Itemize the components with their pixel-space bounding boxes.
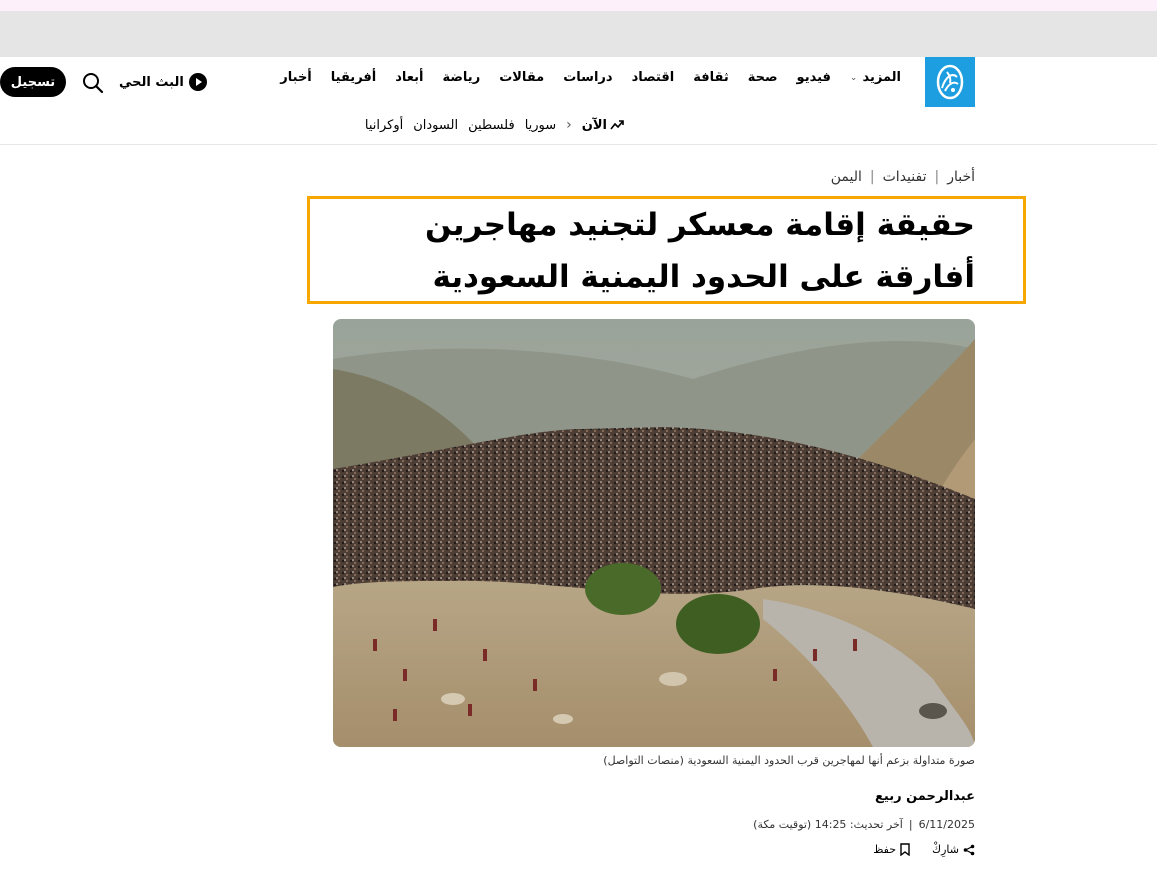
ad-banner	[0, 11, 1157, 57]
share-label: شارِكْ	[932, 843, 959, 856]
aljazeera-logo-icon	[936, 64, 964, 100]
breadcrumb-separator: |	[869, 169, 875, 185]
breadcrumb: أخبار | تفنيدات | اليمن	[831, 169, 975, 185]
nav-item-news[interactable]: أخبار	[280, 70, 312, 85]
play-icon	[188, 73, 207, 91]
breadcrumb-separator: |	[934, 169, 940, 185]
breadcrumb-fact-check[interactable]: تفنيدات	[883, 169, 927, 185]
trending-item-sudan[interactable]: السودان	[413, 118, 458, 133]
save-label: حفظ	[873, 843, 897, 856]
article-headline: حقيقة إقامة معسكر لتجنيد مهاجرين أفارقة …	[424, 207, 975, 295]
nav-item-africa[interactable]: أفريقيا	[331, 70, 376, 85]
nav-item-articles[interactable]: مقالات	[499, 70, 544, 85]
top-strip	[0, 0, 1157, 11]
meta-separator: |	[908, 818, 913, 831]
bookmark-icon	[900, 843, 910, 856]
photo-caption: صورة متداولة بزعم أنها لمهاجرين قرب الحد…	[603, 754, 975, 767]
nav-item-health[interactable]: صحة	[748, 70, 778, 85]
nav-item-studies[interactable]: دراسات	[563, 70, 612, 85]
search-icon	[83, 73, 104, 94]
save-button[interactable]: حفظ	[873, 843, 910, 856]
chevron-left-icon: ‹	[566, 117, 572, 133]
article-meta: 6/11/2025 | آخر تحديث: 14:25 (توقيت مكة)	[753, 818, 975, 831]
trending-item-syria[interactable]: سوريا	[525, 118, 556, 133]
nav-item-economy[interactable]: اقتصاد	[632, 70, 675, 85]
live-stream-link[interactable]: البث الحي	[119, 73, 207, 91]
trending-now-label: الآن	[582, 118, 624, 133]
nav-item-sports[interactable]: رياضة	[442, 70, 480, 85]
signup-button[interactable]: تسجيل	[0, 67, 66, 97]
nav-more-label: المزيد	[862, 70, 901, 85]
search-button[interactable]	[81, 71, 105, 95]
chevron-down-icon: ⌄	[849, 72, 858, 83]
article-photo	[333, 319, 975, 747]
nav-item-culture[interactable]: ثقافة	[693, 70, 729, 85]
nav-item-video[interactable]: فيديو	[797, 70, 831, 85]
trending-item-ukraine[interactable]: أوكرانيا	[365, 118, 403, 133]
aljazeera-logo[interactable]	[925, 57, 975, 107]
trending-item-palestine[interactable]: فلسطين	[468, 118, 515, 133]
last-updated: آخر تحديث: 14:25 (توقيت مكة)	[753, 818, 903, 831]
share-icon	[963, 844, 975, 855]
main-nav: أخبار أفريقيا أبعاد رياضة مقالات دراسات …	[280, 70, 901, 85]
publish-date: 6/11/2025	[918, 818, 975, 831]
trending-icon	[610, 120, 624, 130]
now-text: الآن	[581, 117, 607, 133]
live-label: البث الحي	[119, 74, 184, 90]
breadcrumb-news[interactable]: أخبار	[947, 169, 975, 185]
nav-more-menu[interactable]: المزيد ⌄	[850, 70, 901, 85]
nav-item-dimensions[interactable]: أبعاد	[395, 70, 423, 85]
trending-bar: الآن ‹ سوريا فلسطين السودان أوكرانيا	[365, 117, 624, 133]
author-name[interactable]: عبدالرحمن ربيع	[875, 789, 975, 804]
article-actions: شارِكْ حفظ	[873, 843, 975, 856]
header-divider	[0, 144, 1157, 145]
breadcrumb-yemen[interactable]: اليمن	[831, 169, 862, 185]
share-button[interactable]: شارِكْ	[932, 843, 975, 856]
